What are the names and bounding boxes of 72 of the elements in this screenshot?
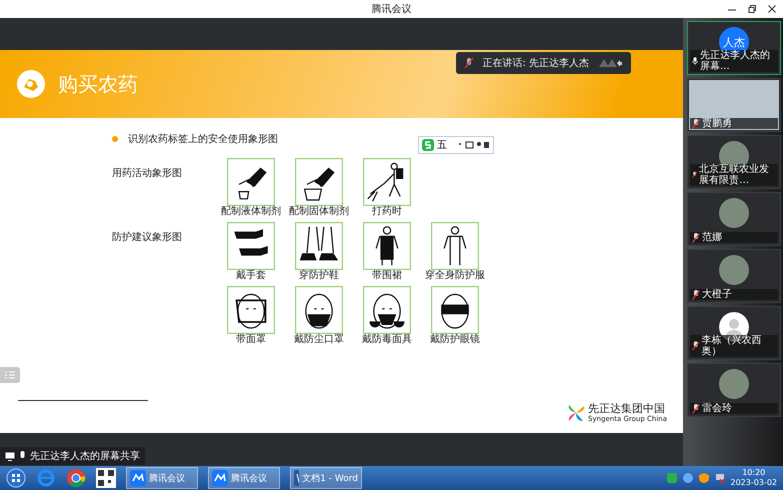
taskbar-app-button[interactable]: 腾讯会议 — [208, 467, 280, 489]
participant-name: 范娜 — [702, 232, 722, 243]
list-icon — [5, 371, 15, 379]
qr-code-icon[interactable] — [96, 468, 116, 488]
pictogram-caption: 打药时 — [372, 206, 402, 218]
bullet-icon — [112, 136, 118, 142]
pictogram-drawing — [227, 158, 275, 206]
bullet-text: 识别农药标签上的安全使用象形图 — [128, 132, 278, 146]
network-icon[interactable] — [714, 473, 724, 483]
participant-tile[interactable]: 雷会玲 — [687, 363, 781, 417]
pictogram-drawing — [431, 222, 479, 270]
pinwheel-logo-icon — [567, 404, 585, 422]
pictogram-drawing — [295, 286, 343, 334]
reply-icon[interactable] — [597, 57, 623, 69]
pictogram-drawing — [227, 286, 275, 334]
ime-mode[interactable]: 五 — [437, 138, 447, 152]
pictogram-caption: 戴防毒面具 — [362, 334, 412, 346]
pictogram-caption: 穿防护鞋 — [299, 270, 339, 282]
speaking-label: 正在讲话: 先正达李人杰 — [482, 56, 589, 70]
pictogram-drawing — [295, 158, 343, 206]
pictogram-caption: 带面罩 — [236, 334, 266, 346]
pictogram-drawing — [431, 286, 479, 334]
pictogram-caption: 配制液体制剂 — [221, 206, 281, 218]
participant-tile[interactable]: 大橙子 — [687, 249, 781, 303]
pictogram-caption: 配制固体制剂 — [289, 206, 349, 218]
help-icon[interactable] — [682, 473, 692, 483]
pictogram-drawing — [227, 222, 275, 270]
participant-tile[interactable]: 人杰 先正达李人杰的屏幕... — [687, 21, 781, 75]
photo-placeholder — [719, 198, 749, 228]
pictogram-caption: 戴防护眼镜 — [430, 334, 480, 346]
taskbar-app-button[interactable]: 文档1 - Word — [290, 467, 362, 489]
screen-share-icon — [5, 452, 15, 460]
taskbar-app-button[interactable]: 腾讯会议 — [126, 467, 198, 489]
pictogram-drawing — [363, 286, 411, 334]
clock-time[interactable]: 10:20 — [742, 468, 766, 478]
group-label: 防护建议象形图 — [112, 230, 183, 244]
clock-date[interactable]: 2023-03-02 — [730, 478, 777, 488]
pictogram-caption: 带围裙 — [372, 270, 402, 282]
pictogram-caption: 戴防尘口罩 — [294, 334, 344, 346]
word-document-icon — [294, 470, 300, 486]
participant-tile[interactable]: 范娜 — [687, 192, 781, 246]
group-label: 用药活动象形图 — [112, 166, 183, 180]
participant-tile[interactable]: 北京互联农业发展有限责… — [687, 135, 781, 189]
window-title: 腾讯会议 — [372, 2, 412, 16]
pictogram-drawing — [295, 222, 343, 270]
share-text: 先正达李人杰的屏幕共享 — [30, 450, 140, 463]
slide-title: 购买农药 — [58, 70, 138, 98]
participant-tile[interactable]: 李栋（兴农西奥） — [687, 306, 781, 360]
participant-name: 北京互联农业发展有限责… — [699, 164, 770, 186]
browser-circle-icon[interactable] — [66, 468, 86, 488]
pictogram-caption: 穿全身防护服 — [425, 270, 485, 282]
meeting-app-icon — [212, 470, 228, 486]
start-orb-icon[interactable] — [6, 468, 26, 488]
participant-name: 李栋（兴农西奥） — [701, 335, 762, 357]
participant-tile[interactable]: 贾鹏勇 — [687, 78, 781, 132]
participant-name: 贾鹏勇 — [702, 118, 732, 129]
shield-icon[interactable] — [698, 473, 708, 483]
ime-logo-icon[interactable] — [422, 139, 434, 151]
close-icon[interactable] — [767, 4, 777, 14]
participant-name: 雷会玲 — [702, 403, 732, 414]
pictogram-drawing — [363, 158, 411, 206]
photo-placeholder — [719, 255, 749, 285]
hand-money-icon — [16, 69, 46, 99]
mic-icon — [19, 451, 26, 461]
restore-icon[interactable] — [747, 4, 757, 14]
pictogram-caption: 戴手套 — [236, 270, 266, 282]
pictogram-drawing — [363, 222, 411, 270]
meeting-app-icon — [130, 470, 146, 486]
photo-placeholder — [719, 369, 749, 399]
logo-name: 先正达集团中国 — [588, 403, 666, 415]
muted-mic-icon — [464, 57, 474, 69]
participant-name: 大橙子 — [702, 289, 732, 300]
